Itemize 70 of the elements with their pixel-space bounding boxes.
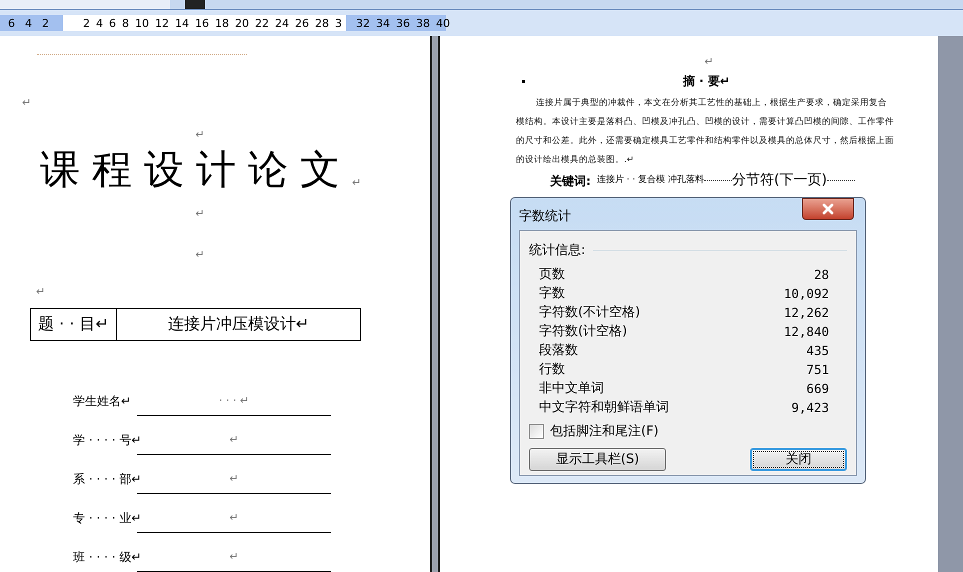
- ruler-number: 34: [376, 18, 390, 28]
- fill-in-line[interactable]: · · · ↵: [137, 387, 331, 416]
- abstract-heading: 摘 · 要↵: [683, 73, 730, 90]
- stat-value: 669: [806, 380, 829, 398]
- ruler-number: 18: [215, 18, 229, 28]
- ruler-number: 6: [8, 18, 15, 28]
- paragraph-mark: ↵: [36, 284, 46, 298]
- paragraph-mark: ↵: [195, 208, 205, 219]
- stat-value: 10,092: [784, 284, 829, 303]
- paragraph-mark: ↵: [352, 176, 362, 188]
- ruler-number: 6: [109, 18, 116, 28]
- ruler-number: 16: [195, 18, 209, 28]
- table-cell: 题 · · 目↵: [31, 308, 117, 340]
- ruler-number: 12: [155, 18, 169, 28]
- stat-label: 行数: [539, 361, 565, 380]
- ruler-number: 26: [295, 18, 309, 28]
- checkbox[interactable]: [529, 424, 544, 439]
- ruler-number: 24: [275, 18, 289, 28]
- ruler-number: 40: [436, 18, 450, 28]
- ruler-number: 20: [235, 18, 249, 28]
- ruler-number: 10: [135, 18, 149, 28]
- abstract-paragraph: 连接片属于典型的冲裁件，本文在分析其工艺性的基础上，根据生产要求，确定采用复合模结构。本设计主要是落料凸、凹模及冲孔凸、凹模的设计，需要计算凸凹模的间隙、工作零件的尺寸和公差。此外，还需要确定模具工艺零件和结构零件以及模具的总体尺寸，然后根据上面的设计绘出模具的总装图。.↵: [516, 96, 894, 167]
- dialog-button[interactable]: 关闭: [750, 448, 847, 471]
- checkbox-label: 包括脚注和尾注(F): [550, 422, 659, 440]
- stat-label: 字符数(计空格): [539, 323, 628, 342]
- ruler-number: 2: [83, 18, 90, 28]
- ruler-number: 8: [122, 18, 129, 28]
- document-title: 课程设计论文: [40, 146, 352, 194]
- ruler-number: 32: [356, 18, 370, 28]
- stat-value: 12,262: [784, 304, 829, 322]
- stat-value: 28: [814, 266, 829, 284]
- ruler-number: 36: [396, 18, 410, 28]
- section-break: 分节符(下一页): [732, 171, 827, 190]
- stat-value: 12,840: [784, 322, 829, 341]
- paragraph-mark: ↵: [22, 96, 32, 109]
- field-label: 班 · · · · 级↵: [73, 551, 137, 563]
- stat-value: 435: [806, 342, 829, 360]
- stat-label: 字符数(不计空格): [539, 304, 640, 322]
- keywords-label: 关键词:: [550, 172, 591, 190]
- ruler-number: 22: [255, 18, 269, 28]
- close-icon: [820, 201, 836, 217]
- stat-value: 751: [806, 360, 829, 379]
- ruler-number: 2: [42, 18, 49, 28]
- stat-label: 非中文单词: [539, 380, 604, 398]
- field-label: 专 · · · · 业↵: [73, 512, 137, 524]
- section-label: 统计信息:: [529, 242, 586, 260]
- ruler-number: 14: [175, 18, 189, 28]
- field-label: 学 · · · · 号↵: [73, 434, 137, 446]
- ruler-number: 28: [315, 18, 329, 28]
- ruler[interactable]: 6 4 2 2 4 6 8 10 12 14 16 18 20 22 24 26 28 3 32 34 36 38 40: [0, 10, 963, 36]
- dialog-button[interactable]: 显示工具栏(S): [529, 448, 666, 471]
- bullet-icon: [522, 80, 525, 82]
- stat-value: 9,423: [791, 398, 829, 417]
- paragraph-mark: ↵: [195, 128, 205, 140]
- stat-label: 中文字符和朝鲜语单词: [539, 399, 669, 418]
- field-label: 系 · · · · 部↵: [73, 473, 137, 485]
- ruler-number: 3: [335, 18, 342, 28]
- close-button[interactable]: [802, 198, 854, 220]
- table-cell-text: 连接片冲压模设计↵: [166, 313, 310, 336]
- keywords-text: 连接片 · · 复合模 冲孔落料: [596, 174, 704, 187]
- stat-label: 段落数: [539, 342, 578, 360]
- ruler-number: 4: [25, 18, 32, 28]
- dialog-title: 字数统计: [519, 208, 571, 226]
- field-label: 学生姓名↵: [73, 395, 132, 407]
- ruler-number: 38: [416, 18, 430, 28]
- stat-label: 页数: [539, 266, 565, 284]
- ruler-number: 4: [96, 18, 103, 28]
- stat-label: 字数: [539, 285, 565, 304]
- paragraph-mark: ↵: [195, 248, 205, 260]
- paragraph-mark: ↵: [704, 56, 714, 67]
